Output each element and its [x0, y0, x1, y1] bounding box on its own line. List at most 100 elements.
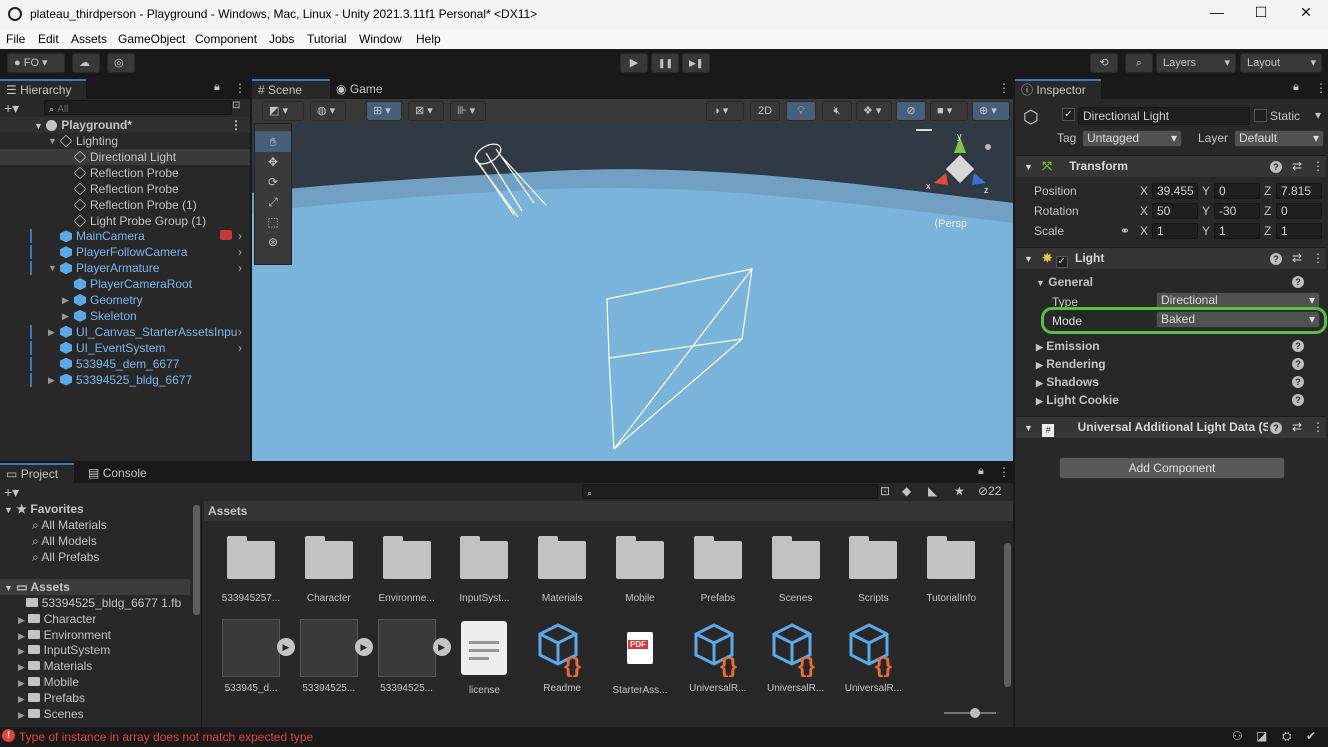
status-message[interactable]: Type of instance in array does not match…: [19, 730, 313, 744]
hierarchy-row[interactable]: MainCamera ›: [0, 228, 250, 244]
history-icon[interactable]: ⟲: [1090, 53, 1118, 73]
component-kebab-icon[interactable]: ⋮: [1312, 417, 1324, 438]
audio-toggle-icon[interactable]: 🔇︎: [822, 101, 852, 121]
move-tool-icon[interactable]: ✥: [255, 152, 291, 172]
visibility-icon[interactable]: ⊘: [896, 101, 926, 121]
project-search-input[interactable]: ⌕: [582, 484, 878, 499]
debug-icon[interactable]: ⚇: [1232, 729, 1243, 743]
chevron-right-icon[interactable]: ›: [238, 340, 242, 356]
preset-icon[interactable]: ⇄: [1292, 248, 1302, 269]
transform-header[interactable]: ▼ ⤧ Transform ? ⇄ ⋮: [1016, 155, 1326, 177]
cloud-icon[interactable]: ☁: [72, 53, 100, 73]
asset-folder[interactable]: TutorialInfo: [916, 535, 986, 604]
asset-file[interactable]: ▶ 53394525...: [372, 619, 451, 694]
axis-gizmo[interactable]: y x z: [924, 129, 1004, 209]
asset-file[interactable]: {} UniversalR...: [683, 619, 753, 694]
breadcrumb[interactable]: Assets: [204, 501, 1013, 521]
project-tree-item[interactable]: ▶ Prefabs: [18, 690, 85, 706]
step-button[interactable]: ▶❚: [682, 53, 710, 73]
project-tree-item[interactable]: 53394525_bldg_6677 1.fb: [18, 595, 181, 611]
foldout-cookie[interactable]: ▶ Light Cookie?: [1036, 391, 1326, 409]
help-icon[interactable]: ?: [1270, 422, 1282, 434]
tab-console[interactable]: ▤ Console: [82, 463, 162, 483]
scale-tool-icon[interactable]: ⤢: [255, 192, 291, 212]
project-lock-icon[interactable]: 🔒︎: [978, 465, 984, 478]
project-tree-item[interactable]: ▶ InputSystem: [18, 642, 110, 658]
scale-x-field[interactable]: 1: [1152, 223, 1198, 239]
menu-edit[interactable]: Edit: [38, 32, 59, 46]
component-kebab-icon[interactable]: ⋮: [1312, 248, 1324, 269]
preset-icon[interactable]: ⇄: [1292, 156, 1302, 177]
scale-y-field[interactable]: 1: [1214, 223, 1260, 239]
help-icon[interactable]: ?: [1292, 340, 1304, 352]
zoom-slider-handle[interactable]: [970, 708, 980, 718]
tag-dropdown[interactable]: Untagged: [1082, 130, 1182, 147]
account-dropdown[interactable]: ● FO ▾: [7, 53, 65, 73]
inspector-kebab-icon[interactable]: ⋮: [1315, 81, 1327, 95]
asset-file[interactable]: {} Readme: [527, 619, 597, 694]
shading-icon[interactable]: ◑ ▾: [706, 101, 744, 121]
chevron-right-icon[interactable]: ›: [238, 260, 242, 276]
collab-icon[interactable]: ◎: [107, 53, 135, 73]
asset-folder[interactable]: InputSyst...: [449, 535, 519, 604]
pause-button[interactable]: ❚❚: [651, 53, 679, 73]
persp-label[interactable]: ⟨Persp: [934, 217, 967, 230]
snap-icon[interactable]: ⊞ ▾: [366, 101, 402, 121]
label-filter-icon[interactable]: ◣: [928, 484, 937, 498]
favorite-item[interactable]: ⌕ All Prefabs: [32, 549, 99, 565]
project-tree-item[interactable]: ▶ Environment: [18, 627, 111, 643]
axis-label[interactable]: Z: [1264, 202, 1271, 220]
menu-help[interactable]: Help: [416, 32, 441, 46]
axis-label[interactable]: Y: [1202, 182, 1210, 200]
position-y-field[interactable]: 0: [1214, 183, 1260, 199]
hierarchy-row[interactable]: Directional Light: [0, 148, 250, 165]
chevron-right-icon[interactable]: ›: [238, 324, 242, 340]
position-x-field[interactable]: 39.455: [1152, 183, 1198, 199]
play-button[interactable]: ▶: [620, 53, 648, 73]
effects-icon[interactable]: ❖ ▾: [856, 101, 892, 121]
favorite-item[interactable]: ⌕ All Materials: [32, 517, 107, 533]
object-name-field[interactable]: Directional Light: [1078, 107, 1250, 125]
lighting-toggle-icon[interactable]: 💡︎: [786, 101, 816, 121]
rotation-z-field[interactable]: 0: [1276, 203, 1322, 219]
asset-file[interactable]: ▶ 533945_d...: [216, 619, 295, 694]
filter-icon[interactable]: ⊡: [232, 100, 240, 111]
rect-tool-icon[interactable]: ⬚: [255, 212, 291, 232]
asset-folder[interactable]: Scripts: [838, 535, 908, 604]
favorite-item[interactable]: ⌕ All Models: [32, 533, 97, 549]
asset-folder[interactable]: Scenes: [761, 535, 831, 604]
maximize-button[interactable]: ☐: [1249, 4, 1273, 24]
asset-file[interactable]: {} UniversalR...: [838, 619, 908, 694]
ruler-icon[interactable]: ⊪ ▾: [450, 101, 486, 121]
tab-game[interactable]: ◉ Game: [330, 79, 400, 99]
preset-icon[interactable]: ⇄: [1292, 417, 1302, 438]
hierarchy-search-input[interactable]: ⌕ All: [44, 100, 232, 115]
menu-file[interactable]: File: [6, 32, 25, 46]
hierarchy-row[interactable]: ▶ Skeleton: [0, 308, 250, 324]
hierarchy-row[interactable]: Reflection Probe (1): [0, 197, 250, 213]
kebab-menu-icon[interactable]: ⋮: [234, 81, 246, 95]
foldout-shadows[interactable]: ▶ Shadows?: [1036, 373, 1326, 391]
axis-label[interactable]: X: [1140, 182, 1148, 200]
axis-label[interactable]: X: [1140, 202, 1148, 220]
hierarchy-row[interactable]: ▼ Lighting: [0, 133, 250, 149]
favorite-star-icon[interactable]: ★: [954, 484, 965, 498]
minimize-button[interactable]: —: [1205, 4, 1229, 24]
project-tree-item[interactable]: ▶ Scenes: [18, 706, 84, 722]
create-button[interactable]: +▾: [4, 484, 19, 501]
menu-tutorial[interactable]: Tutorial: [307, 32, 347, 46]
static-checkbox[interactable]: [1254, 109, 1267, 122]
play-preview-icon[interactable]: ▶: [277, 638, 295, 656]
urp-light-data-header[interactable]: ▼ # Universal Additional Light Data (S ?…: [1016, 416, 1326, 438]
hierarchy-row[interactable]: 533945_dem_6677: [0, 356, 250, 372]
assets-root-row[interactable]: ▼ ▭ Assets: [0, 579, 190, 595]
project-tree-item[interactable]: ▶ Character: [18, 611, 96, 627]
tab-project[interactable]: ▭ Project: [0, 463, 74, 483]
asset-folder[interactable]: Character: [294, 535, 364, 604]
project-kebab-icon[interactable]: ⋮: [998, 465, 1010, 479]
layout-dropdown[interactable]: Layout ▾: [1240, 53, 1322, 73]
search-icon[interactable]: ⌕: [1125, 53, 1153, 73]
asset-file[interactable]: PDF StarterAss...: [605, 619, 675, 696]
draw-mode-icon[interactable]: ◩ ▾: [262, 101, 304, 121]
axis-label[interactable]: Z: [1264, 182, 1271, 200]
